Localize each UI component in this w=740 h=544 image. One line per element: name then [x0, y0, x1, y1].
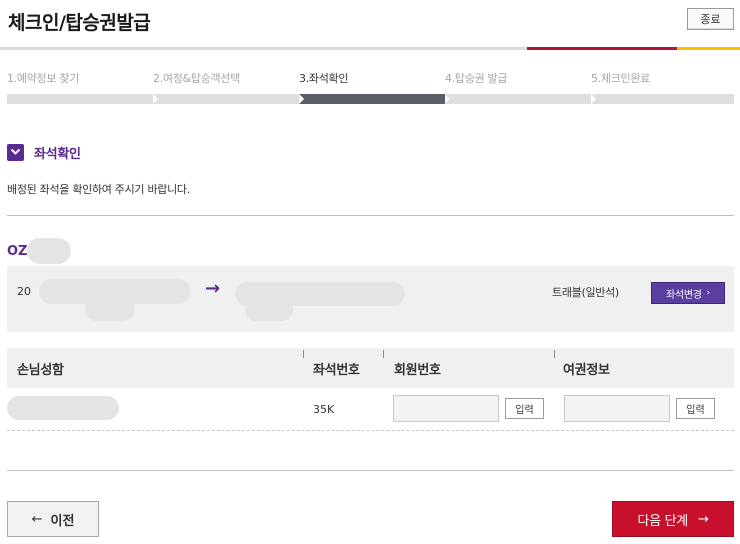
flight-info-box: 20 → 트래블(일반석) 좌석변경 › — [7, 266, 734, 332]
header-divider — [0, 47, 527, 50]
step-label: 2.여정&탑승객선택 — [153, 72, 240, 85]
step-bar — [153, 94, 304, 104]
seat-number: 35K — [313, 403, 335, 416]
seat-change-button[interactable]: 좌석변경 › — [651, 282, 725, 304]
chevron-down-icon — [7, 143, 24, 161]
step-5: 5.체크인완료 — [591, 70, 734, 106]
header-passenger-name: 손님성함 — [17, 363, 64, 378]
member-number-input-button[interactable]: 입력 — [505, 398, 544, 419]
header-passport-info: 여권정보 — [563, 363, 610, 378]
section-description: 배정된 좌석을 확인하여 주시기 바랍니다. — [7, 183, 190, 196]
step-label: 4.탑승권 발급 — [445, 72, 508, 85]
header-seat-number: 좌석번호 — [313, 363, 360, 378]
page-title: 체크인/탑승권발급 — [8, 12, 151, 34]
arrow-left-icon: ← — [31, 511, 43, 527]
divider — [7, 215, 734, 216]
prev-button[interactable]: ← 이전 — [7, 501, 99, 537]
row-divider — [7, 430, 734, 431]
redacted-passenger-name — [7, 396, 119, 420]
cabin-class: 트래블(일반석) — [552, 286, 619, 299]
page-header: 체크인/탑승권발급 종료 — [0, 0, 740, 48]
step-bar — [591, 94, 734, 104]
flight-date: 20 — [17, 285, 31, 298]
step-label: 1.예약정보 찾기 — [7, 72, 80, 85]
step-label: 3.좌석확인 — [299, 72, 349, 85]
redacted-flight-number — [27, 238, 71, 264]
seat-change-label: 좌석변경 — [666, 289, 702, 301]
step-bar — [445, 94, 596, 104]
section-header: 좌석확인 — [7, 142, 81, 162]
redacted-arrival-detail — [245, 299, 293, 321]
header-member-number: 회원번호 — [394, 363, 441, 378]
member-number-field[interactable] — [393, 395, 499, 422]
column-separator — [303, 350, 304, 358]
progress-steps: 1.예약정보 찾기 2.여정&탑승객선택 3.좌석확인 4.탑승권 발급 5.체… — [7, 70, 734, 106]
passport-input-button[interactable]: 입력 — [676, 398, 715, 419]
next-step-button[interactable]: 다음 단계 → — [612, 501, 734, 537]
column-separator — [383, 350, 384, 358]
divider — [7, 470, 734, 471]
passport-info-field[interactable] — [564, 395, 670, 422]
column-separator — [554, 350, 555, 358]
section-title: 좌석확인 — [34, 146, 81, 162]
route-arrow-icon: → — [205, 278, 221, 299]
close-button[interactable]: 종료 — [687, 8, 734, 30]
step-1: 1.예약정보 찾기 — [7, 70, 158, 106]
passenger-table-header: 손님성함 좌석번호 회원번호 여권정보 — [7, 348, 734, 388]
step-label: 5.체크인완료 — [591, 72, 650, 85]
header-accent-yellow — [677, 47, 740, 50]
flight-code: OZ — [7, 244, 28, 259]
redacted-departure-detail — [85, 297, 135, 321]
chevron-right-icon: › — [706, 288, 711, 298]
header-accent-red — [527, 47, 677, 50]
step-2: 2.여정&탑승객선택 — [153, 70, 304, 106]
next-label: 다음 단계 — [637, 513, 688, 529]
step-3: 3.좌석확인 — [299, 70, 450, 106]
prev-label: 이전 — [50, 513, 75, 529]
arrow-right-icon: → — [697, 511, 709, 527]
step-4: 4.탑승권 발급 — [445, 70, 596, 106]
step-bar — [7, 94, 158, 104]
step-bar — [299, 94, 450, 104]
